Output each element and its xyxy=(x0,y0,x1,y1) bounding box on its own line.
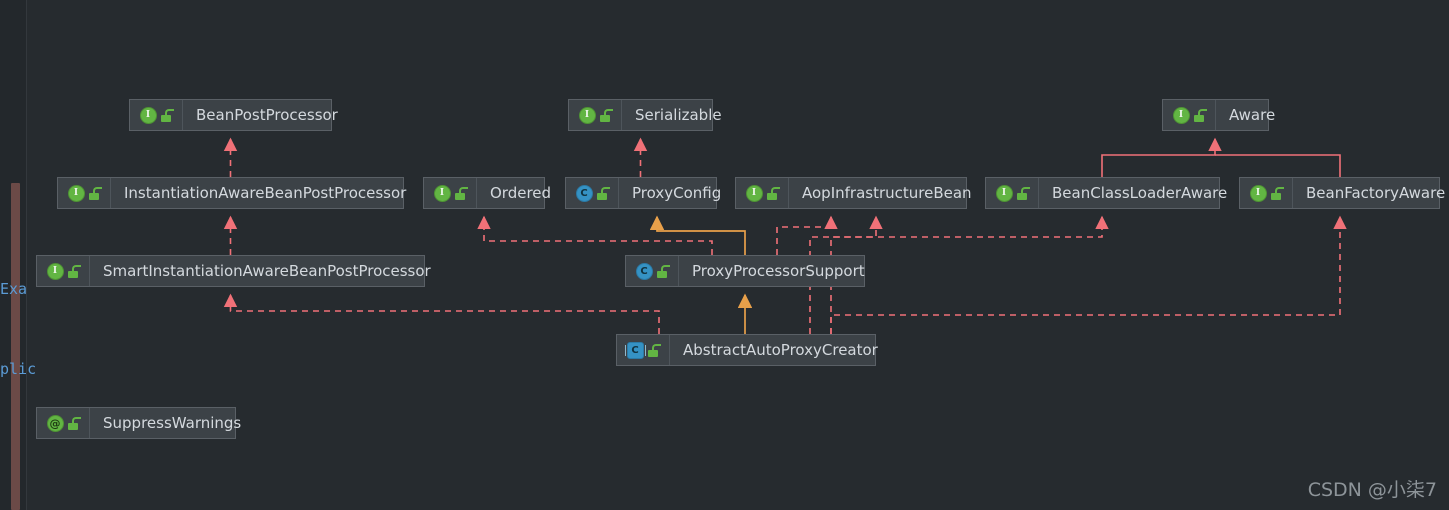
interface-icon: I xyxy=(1172,106,1190,124)
node-icon-gutter: I xyxy=(58,178,111,208)
node-icon-gutter: @ xyxy=(37,408,90,438)
uml-node-BeanFactoryAware[interactable]: I BeanFactoryAware xyxy=(1239,177,1445,209)
node-label: ProxyConfig xyxy=(632,183,722,202)
abstract-class-icon: C xyxy=(624,341,646,359)
node-icon-gutter: C xyxy=(617,335,670,365)
node-icon-gutter: I xyxy=(1163,100,1216,130)
node-icon-gutter: C xyxy=(626,256,679,286)
uml-node-BeanClassLoaderAware[interactable]: I BeanClassLoaderAware xyxy=(985,177,1227,209)
uml-node-SuppressWarnings[interactable]: @ SuppressWarnings xyxy=(36,407,241,439)
uml-node-Serializable[interactable]: I Serializable xyxy=(568,99,722,131)
interface-icon: I xyxy=(67,184,85,202)
public-unlocked-icon xyxy=(1270,186,1284,200)
class-icon: C xyxy=(635,262,653,280)
public-unlocked-icon xyxy=(67,416,81,430)
node-icon-gutter: C xyxy=(566,178,619,208)
node-label: BeanClassLoaderAware xyxy=(1052,183,1228,202)
node-icon-gutter: I xyxy=(736,178,789,208)
gutter-divider xyxy=(26,0,27,510)
watermark: CSDN @小柒7 xyxy=(1307,479,1437,501)
uml-node-InstantiationAwareBeanPostProcessor[interactable]: I InstantiationAwareBeanPostProcessor xyxy=(57,177,406,209)
uml-node-Ordered[interactable]: I Ordered xyxy=(423,177,551,209)
clipped-code-line: plic xyxy=(0,360,37,378)
vertical-scrollbar[interactable] xyxy=(11,183,20,510)
public-unlocked-icon xyxy=(647,343,661,357)
uml-diagram-canvas: Exa plic I BeanPostProcessor I Serializa… xyxy=(0,0,1449,510)
public-unlocked-icon xyxy=(454,186,468,200)
uml-node-Aware[interactable]: I Aware xyxy=(1162,99,1275,131)
clipped-code-line: Exa xyxy=(0,280,28,298)
public-unlocked-icon xyxy=(599,108,613,122)
uml-node-AbstractAutoProxyCreator[interactable]: C AbstractAutoProxyCreator xyxy=(616,334,878,366)
class-icon: C xyxy=(575,184,593,202)
node-icon-gutter: I xyxy=(1240,178,1293,208)
node-icon-gutter: I xyxy=(130,100,183,130)
node-label: Serializable xyxy=(635,105,722,124)
interface-icon: I xyxy=(46,262,64,280)
interface-icon: I xyxy=(995,184,1013,202)
interface-icon: I xyxy=(139,106,157,124)
node-label: AopInfrastructureBean xyxy=(802,183,972,202)
public-unlocked-icon xyxy=(160,108,174,122)
node-label: AbstractAutoProxyCreator xyxy=(683,340,878,359)
uml-node-AopInfrastructureBean[interactable]: I AopInfrastructureBean xyxy=(735,177,972,209)
public-unlocked-icon xyxy=(656,264,670,278)
public-unlocked-icon xyxy=(67,264,81,278)
public-unlocked-icon xyxy=(1193,108,1207,122)
node-label: BeanPostProcessor xyxy=(196,105,338,124)
annotation-icon: @ xyxy=(46,414,64,432)
node-label: SmartInstantiationAwareBeanPostProcessor xyxy=(103,261,431,280)
node-label: SuppressWarnings xyxy=(103,413,242,432)
node-icon-gutter: I xyxy=(986,178,1039,208)
node-icon-gutter: I xyxy=(424,178,477,208)
node-icon-gutter: I xyxy=(569,100,622,130)
public-unlocked-icon xyxy=(1016,186,1030,200)
uml-node-ProxyConfig[interactable]: C ProxyConfig xyxy=(565,177,721,209)
interface-icon: I xyxy=(433,184,451,202)
public-unlocked-icon xyxy=(596,186,610,200)
interface-icon: I xyxy=(578,106,596,124)
interface-icon: I xyxy=(745,184,763,202)
node-icon-gutter: I xyxy=(37,256,90,286)
public-unlocked-icon xyxy=(766,186,780,200)
node-label: BeanFactoryAware xyxy=(1306,183,1446,202)
node-label: Aware xyxy=(1229,105,1276,124)
uml-node-SmartInstantiationAwareBeanPostProcessor[interactable]: I SmartInstantiationAwareBeanPostProcesso… xyxy=(36,255,431,287)
uml-node-BeanPostProcessor[interactable]: I BeanPostProcessor xyxy=(129,99,338,131)
interface-icon: I xyxy=(1249,184,1267,202)
node-label: InstantiationAwareBeanPostProcessor xyxy=(124,183,407,202)
public-unlocked-icon xyxy=(88,186,102,200)
node-label: ProxyProcessorSupport xyxy=(692,261,865,280)
uml-node-ProxyProcessorSupport[interactable]: C ProxyProcessorSupport xyxy=(625,255,865,287)
node-label: Ordered xyxy=(490,183,552,202)
